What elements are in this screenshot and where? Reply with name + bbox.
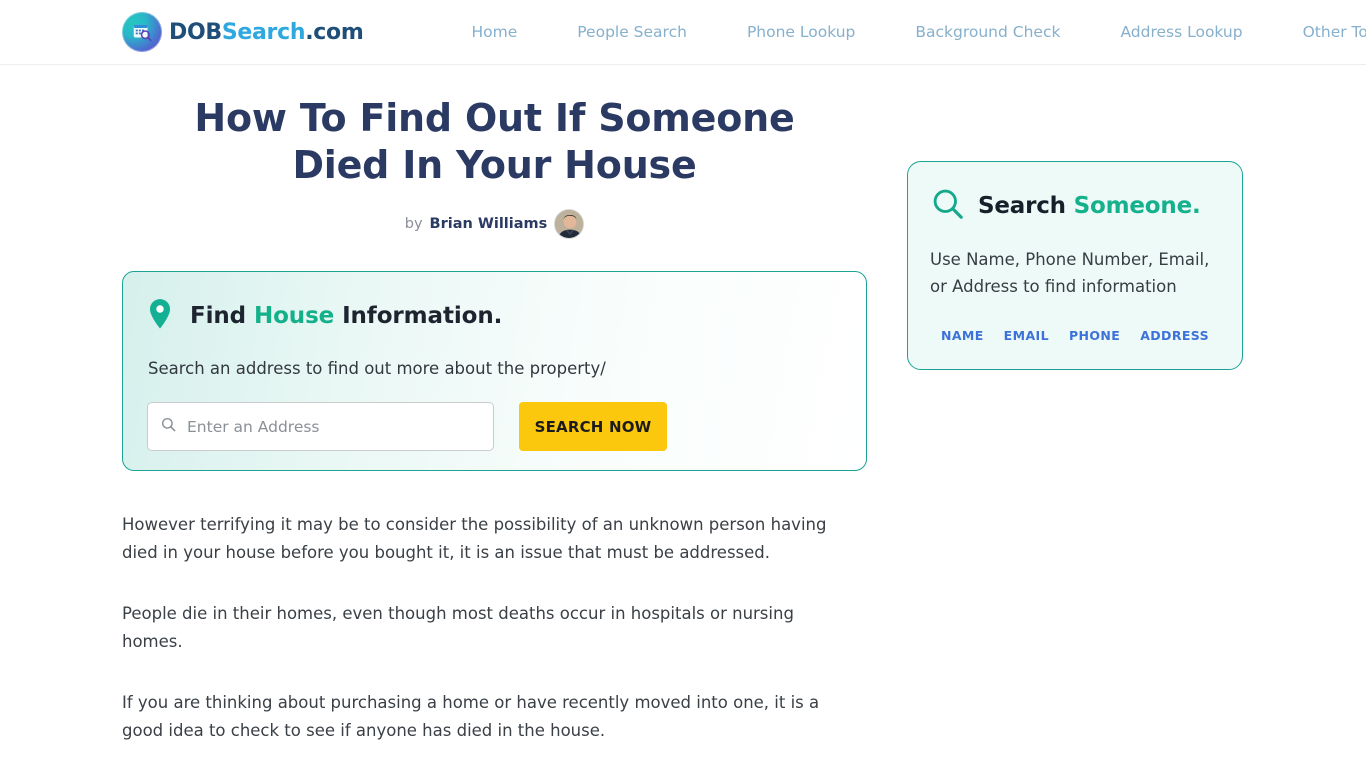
search-someone-title-accent: Someone.: [1073, 193, 1201, 219]
brand-text-dob: DOB: [169, 19, 222, 45]
search-icon: [930, 186, 966, 226]
find-house-title: Find House Information.: [190, 303, 502, 329]
tab-address[interactable]: ADDRESS: [1140, 328, 1209, 343]
find-house-header: Find House Information.: [147, 298, 842, 334]
page-title: How To Find Out If Someone Died In Your …: [194, 96, 795, 187]
byline-prefix: by: [404, 216, 423, 232]
find-house-title-accent: House: [253, 303, 335, 329]
article-byline: by Brian Williams: [122, 209, 867, 239]
nav-item-other-tools-label: Other Tools: [1302, 23, 1366, 41]
map-pin-icon: [147, 298, 173, 334]
nav-item-background-check[interactable]: Background Check: [885, 23, 1090, 41]
brand-wordmark: DOBSearch.com: [169, 19, 364, 45]
address-input-wrapper[interactable]: [147, 402, 494, 451]
tab-phone[interactable]: PHONE: [1069, 328, 1120, 343]
brand-text-search: Search: [221, 19, 306, 45]
main-navigation: Home People Search Phone Lookup Backgrou…: [441, 17, 1366, 47]
article-body: However terrifying it may be to consider…: [122, 511, 867, 768]
page-body: How To Find Out If Someone Died In Your …: [0, 65, 1366, 768]
brand-logo-link[interactable]: DOBSearch.com: [122, 12, 364, 52]
find-house-panel: Find House Information. Search an addres…: [122, 271, 867, 471]
find-house-title-part2: Information.: [334, 303, 503, 329]
find-house-subtitle: Search an address to find out more about…: [148, 359, 606, 378]
search-someone-tabs: NAME EMAIL PHONE ADDRESS: [930, 328, 1220, 343]
search-someone-title: Search Someone.: [978, 193, 1201, 219]
find-house-title-part1: Find: [190, 303, 254, 329]
article-paragraph: If you are thinking about purchasing a h…: [122, 693, 820, 740]
sidebar-column: Search Someone. Use Name, Phone Number, …: [907, 95, 1243, 370]
article-paragraph: However terrifying it may be to consider…: [122, 515, 827, 562]
tab-name[interactable]: NAME: [941, 328, 984, 343]
calendar-search-icon: [122, 12, 162, 52]
address-search-input[interactable]: [187, 417, 481, 436]
article-column: How To Find Out If Someone Died In Your …: [122, 95, 867, 768]
search-someone-description: Use Name, Phone Number, Email, or Addres…: [930, 250, 1210, 296]
tab-email[interactable]: EMAIL: [1004, 328, 1049, 343]
nav-item-phone-lookup[interactable]: Phone Lookup: [717, 23, 885, 41]
author-link[interactable]: Brian Williams: [430, 216, 548, 232]
nav-item-other-tools[interactable]: Other Tools: [1273, 23, 1366, 41]
address-search-form: SEARCH NOW: [147, 402, 842, 451]
search-someone-title-part1: Search: [978, 193, 1074, 219]
avatar: [554, 209, 585, 239]
nav-item-people-search[interactable]: People Search: [547, 23, 717, 41]
site-header: DOBSearch.com Home People Search Phone L…: [0, 0, 1366, 65]
article-paragraph: People die in their homes, even though m…: [122, 604, 794, 651]
search-icon: [160, 416, 177, 437]
search-someone-widget: Search Someone. Use Name, Phone Number, …: [907, 161, 1243, 370]
nav-item-home[interactable]: Home: [441, 23, 547, 41]
search-now-button[interactable]: SEARCH NOW: [519, 402, 667, 451]
search-someone-header: Search Someone.: [930, 186, 1220, 226]
brand-text-com: .com: [305, 19, 364, 45]
nav-item-address-lookup[interactable]: Address Lookup: [1090, 23, 1272, 41]
